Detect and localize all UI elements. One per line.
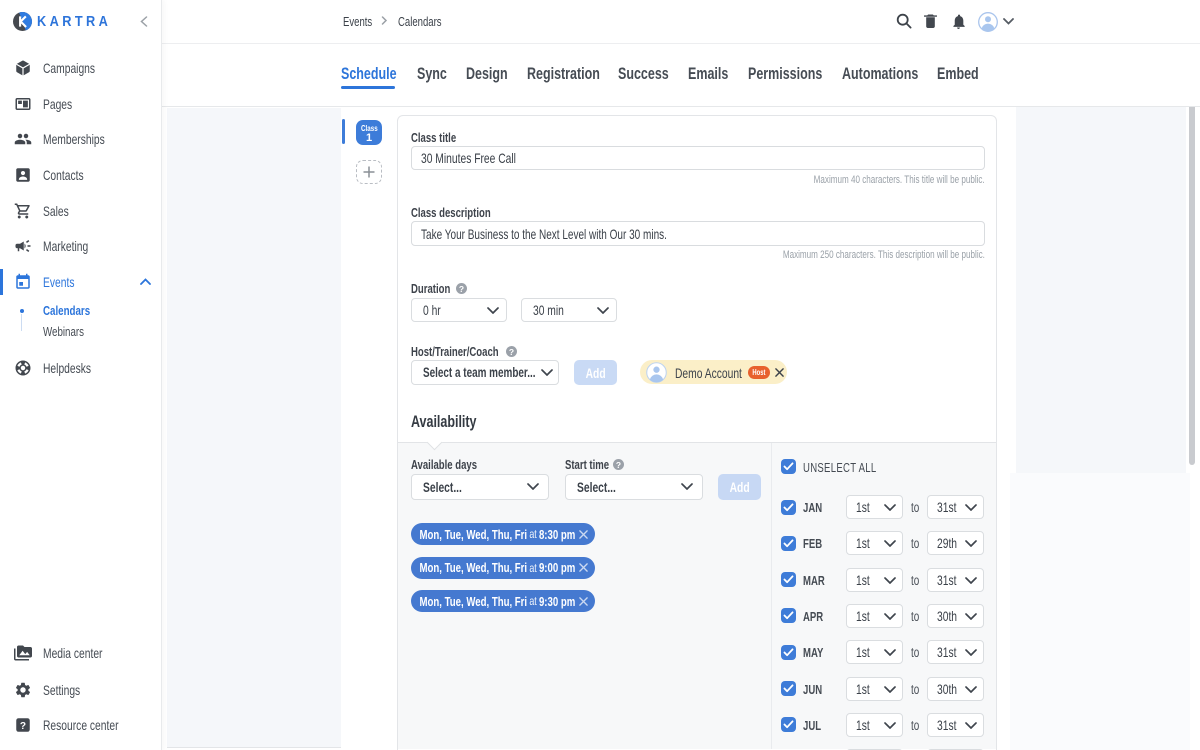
svg-text:?: ? — [20, 721, 26, 732]
